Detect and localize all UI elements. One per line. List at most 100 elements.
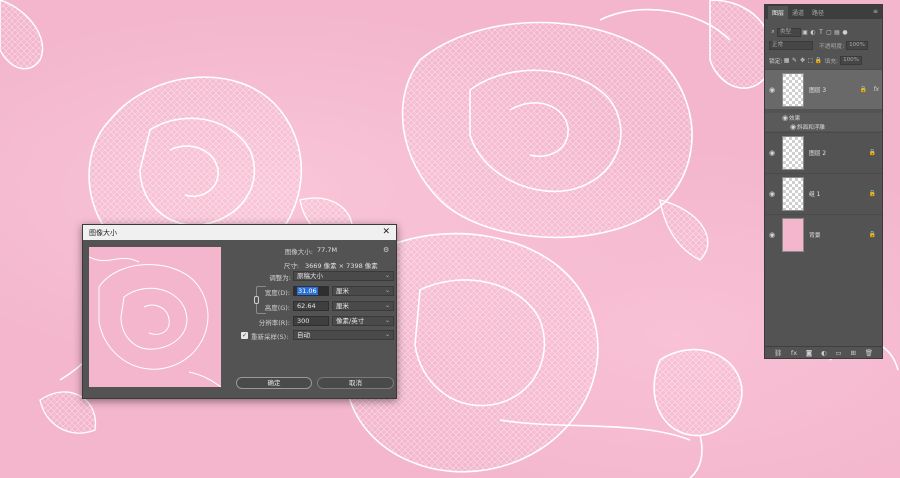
layer-name: 背景 — [809, 233, 821, 239]
width-value: 31.06 — [297, 287, 318, 295]
rose-center — [401, 8, 731, 239]
fill-input[interactable]: 100% — [840, 55, 863, 65]
lock-position-icon[interactable]: ✥ — [799, 57, 807, 64]
tab-paths[interactable]: 路径 — [808, 6, 828, 19]
layer-row-layer3[interactable]: ◉ 图层 3 🔒 fx — [765, 69, 882, 109]
layer-row-group1[interactable]: ◉ 组 1 🔒 — [765, 173, 882, 213]
layers-panel: 图层 通道 路径 ≡ ⌕ 类型 ▣ ◐ T ▢ ▤ ● 正常 不透明度: 100… — [764, 4, 883, 359]
lock-image-icon[interactable]: ✎ — [791, 57, 799, 64]
eye-icon[interactable]: ◉ — [765, 190, 779, 198]
adjustment-icon[interactable]: ◐ — [821, 349, 827, 357]
dialog-title: 图像大小 — [89, 228, 117, 237]
image-size-value: 77.7M — [317, 246, 338, 254]
height-label: 高度(G): — [264, 304, 290, 312]
image-preview[interactable] — [89, 247, 221, 387]
lock-artboard-icon[interactable]: ⬚ — [807, 57, 815, 64]
filter-type-select[interactable]: 类型 — [777, 27, 801, 37]
lock-transparent-icon[interactable]: ▦ — [783, 57, 791, 64]
text-filter-icon[interactable]: T — [817, 29, 825, 36]
resolution-label: 分辨率(R): — [258, 319, 290, 327]
group-thumbnail — [782, 176, 804, 211]
dialog-titlebar[interactable]: 图像大小 ✕ — [83, 225, 396, 240]
shape-filter-icon[interactable]: ▢ — [825, 29, 833, 36]
width-label: 宽度(D): — [264, 289, 290, 297]
chevron-down-icon[interactable]: ⌄ — [293, 260, 298, 268]
close-icon[interactable]: ✕ — [382, 228, 390, 237]
blend-row: 正常 不透明度: 100% — [769, 40, 878, 50]
image-size-dialog: 图像大小 ✕ 图像大小: 77.7M ⚙ 尺寸: ⌄ 3669 像素 × 739… — [82, 224, 397, 399]
tab-layers[interactable]: 图层 — [768, 6, 789, 19]
eye-icon[interactable]: ◉ — [789, 123, 797, 131]
resample-select[interactable]: 自动 ⌄ — [293, 330, 394, 340]
lock-icon: 🔒 — [868, 149, 876, 156]
height-unit: 厘米 — [336, 302, 349, 310]
ok-button[interactable]: 确定 — [236, 377, 312, 389]
eye-icon[interactable]: ◉ — [765, 231, 779, 239]
layer-thumbnail — [782, 135, 804, 170]
chevron-down-icon: ⌄ — [384, 302, 390, 309]
trash-icon[interactable]: 🗑 — [865, 349, 873, 357]
fx-icon[interactable]: fx — [791, 349, 797, 357]
lock-icon: 🔒 — [868, 190, 876, 197]
search-icon[interactable]: ⌕ — [769, 28, 777, 36]
dimensions-value: 3669 像素 × 7398 像素 — [305, 262, 378, 270]
mask-icon[interactable]: ◙ — [806, 349, 812, 357]
width-unit: 厘米 — [336, 287, 349, 295]
layer-row-background[interactable]: ◉ 背景 🔒 — [765, 214, 882, 254]
rose-bud — [653, 341, 899, 478]
fit-to-value: 原稿大小 — [297, 272, 323, 280]
fill-label: 填充: — [824, 58, 839, 65]
resolution-unit-select[interactable]: 像素/英寸 ⌄ — [332, 316, 394, 326]
effects-label: 效果 — [789, 115, 801, 122]
layer-name: 图层 3 — [809, 88, 827, 94]
gear-icon[interactable]: ⚙ — [383, 246, 389, 254]
rose-top-left — [0, 0, 44, 70]
adjustment-filter-icon[interactable]: ◐ — [809, 29, 817, 36]
effect-row-bevel[interactable]: ◉ 斜面和浮雕 — [765, 122, 882, 131]
width-input[interactable]: 31.06 — [293, 286, 329, 296]
resolution-input[interactable]: 300 — [293, 316, 329, 326]
new-layer-icon[interactable]: ⊞ — [851, 349, 856, 357]
resolution-unit: 像素/英寸 — [336, 317, 365, 325]
effect-name: 斜面和浮雕 — [797, 124, 825, 131]
fx-icon[interactable]: fx — [873, 86, 879, 93]
resample-value: 自动 — [297, 331, 310, 339]
panel-menu-icon[interactable]: ≡ — [873, 8, 878, 15]
layers-bottom-bar: ⛓ fx ◙ ◐ ▭ ⊞ 🗑 — [765, 346, 882, 358]
eye-icon[interactable]: ◉ — [765, 149, 779, 157]
fit-to-select[interactable]: 原稿大小 ⌄ — [293, 271, 394, 281]
layer-thumbnail — [782, 217, 804, 252]
height-value: 62.64 — [297, 302, 316, 310]
link-icon[interactable]: ⛓ — [774, 349, 782, 357]
smart-object-filter-icon[interactable]: ▤ — [833, 29, 841, 36]
image-filter-icon[interactable]: ▣ — [801, 29, 809, 36]
eye-icon[interactable]: ◉ — [781, 114, 789, 122]
filter-toggle-icon[interactable]: ● — [841, 29, 849, 36]
width-unit-select[interactable]: 厘米 ⌄ — [332, 286, 394, 296]
dimensions-label: 尺寸: — [283, 262, 299, 270]
layer-thumbnail — [782, 72, 804, 107]
fit-to-label: 调整为: — [269, 274, 291, 282]
cancel-button[interactable]: 取消 — [317, 377, 394, 389]
lock-row: 锁定: ▦ ✎ ✥ ⬚ 🔒 填充: 100% — [769, 55, 878, 65]
effects-row[interactable]: ◉ 效果 — [765, 113, 882, 122]
resample-checkbox[interactable]: ✓ — [241, 332, 248, 339]
lock-all-icon[interactable]: 🔒 — [815, 57, 823, 64]
layer-name: 图层 2 — [809, 151, 827, 157]
panel-tabs: 图层 通道 路径 — [765, 5, 882, 19]
height-unit-select[interactable]: 厘米 ⌄ — [332, 301, 394, 311]
height-input[interactable]: 62.64 — [293, 301, 329, 311]
chevron-down-icon: ⌄ — [384, 287, 390, 294]
opacity-label: 不透明度: — [819, 43, 845, 50]
preview-thumbnail — [89, 256, 221, 387]
layer-row-layer2[interactable]: ◉ 图层 2 🔒 — [765, 132, 882, 172]
chevron-down-icon: ⌄ — [384, 317, 390, 324]
blend-mode-select[interactable]: 正常 — [769, 40, 813, 50]
opacity-input[interactable]: 100% — [846, 40, 869, 50]
tab-channels[interactable]: 通道 — [788, 6, 808, 19]
image-size-label: 图像大小: — [284, 248, 313, 256]
chevron-down-icon: ⌄ — [384, 331, 390, 338]
eye-icon[interactable]: ◉ — [765, 86, 779, 94]
folder-icon[interactable]: ▭ — [836, 349, 842, 357]
lock-icon: 🔒 — [868, 231, 876, 238]
